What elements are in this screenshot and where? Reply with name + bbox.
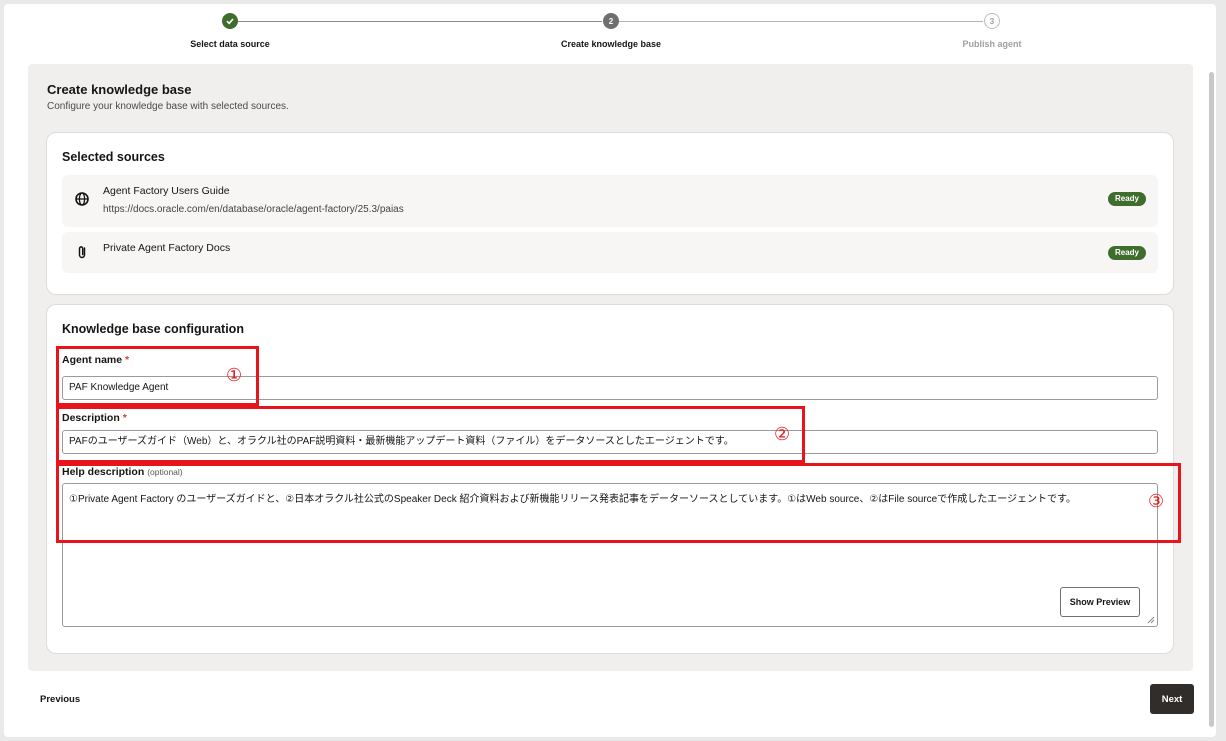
globe-icon (74, 191, 90, 207)
step-3-label: Publish agent (962, 39, 1022, 49)
page-title: Create knowledge base (47, 82, 192, 97)
page-subtitle: Configure your knowledge base with selec… (47, 101, 289, 112)
scrollbar-thumb[interactable] (1209, 72, 1214, 727)
selected-sources-title: Selected sources (62, 150, 165, 164)
step-3-circle: 3 (984, 13, 1000, 29)
stepper-connector (619, 21, 983, 22)
status-badge: Ready (1107, 246, 1146, 260)
step-2-circle: 2 (603, 13, 619, 29)
app-window: Select data source 2 Create knowledge ba… (4, 4, 1216, 737)
source-item[interactable]: Private Agent Factory Docs Ready (62, 232, 1158, 273)
source-url: https://docs.oracle.com/en/database/orac… (103, 204, 404, 215)
step-1-check-icon (222, 13, 238, 29)
show-preview-button[interactable]: Show Preview (1060, 587, 1140, 617)
step-1-label: Select data source (190, 39, 270, 49)
annotation-number-1: ① (226, 365, 243, 385)
previous-button[interactable]: Previous (40, 694, 80, 705)
resize-handle-icon[interactable] (1147, 616, 1155, 624)
next-button[interactable]: Next (1150, 684, 1194, 714)
selected-sources-card: Selected sources Agent Factory Users Gui… (46, 132, 1174, 295)
scrollbar[interactable] (1208, 64, 1216, 727)
annotation-box-3 (56, 463, 1181, 543)
step-2-label: Create knowledge base (560, 39, 662, 49)
source-name: Agent Factory Users Guide (103, 185, 230, 197)
stepper-connector (238, 21, 602, 22)
status-badge: Ready (1107, 192, 1146, 206)
annotation-number-3: ③ (1148, 491, 1165, 511)
paperclip-icon (74, 244, 90, 260)
annotation-box-2 (56, 406, 805, 463)
source-item[interactable]: Agent Factory Users Guide https://docs.o… (62, 175, 1158, 227)
kb-configuration-title: Knowledge base configuration (62, 322, 244, 336)
source-name: Private Agent Factory Docs (103, 242, 231, 254)
annotation-number-2: ② (774, 424, 791, 444)
progress-stepper: Select data source 2 Create knowledge ba… (4, 4, 1216, 64)
